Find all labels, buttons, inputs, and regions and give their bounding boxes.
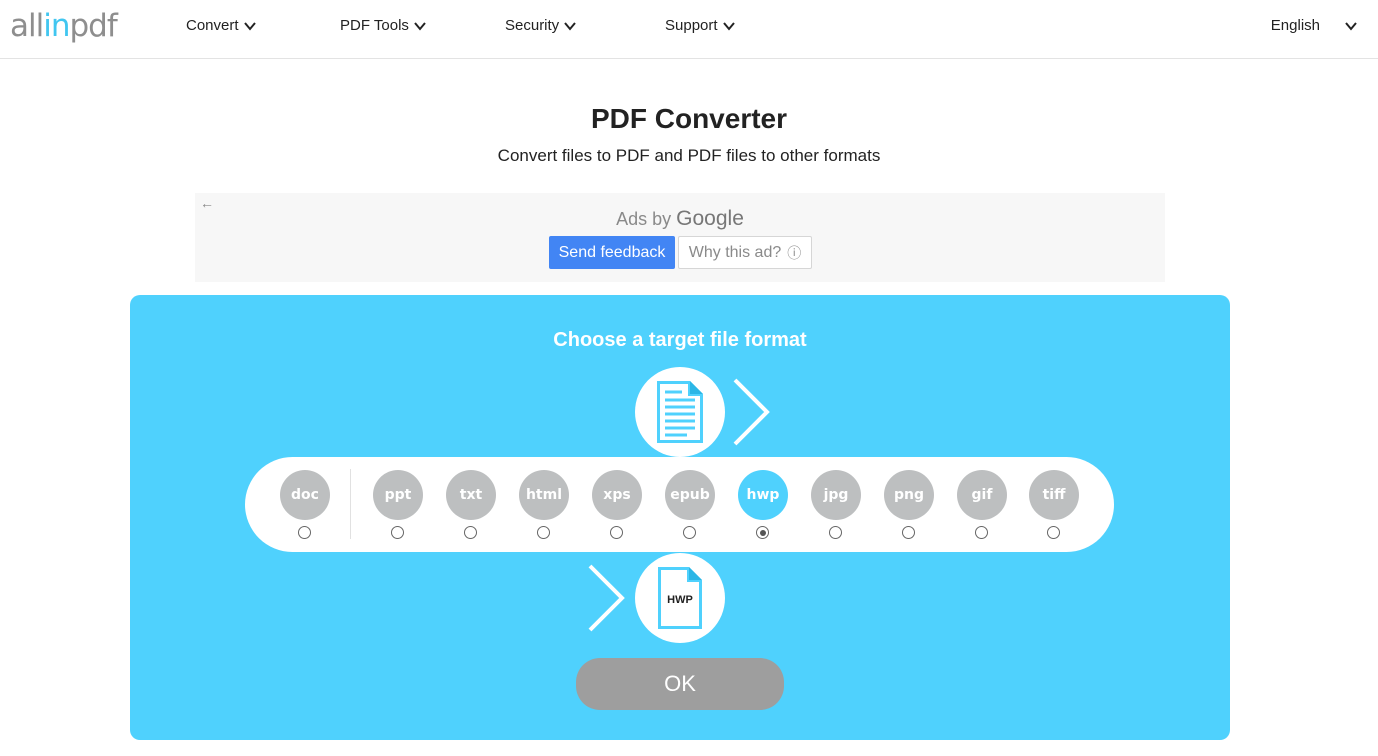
format-option-doc[interactable]: doc	[280, 470, 330, 540]
nav-convert-label: Convert	[186, 17, 239, 34]
format-badge[interactable]: doc	[280, 470, 330, 520]
format-option-hwp[interactable]: hwp	[738, 470, 788, 540]
format-badge[interactable]: ppt	[373, 470, 423, 520]
format-radio-doc[interactable]	[298, 526, 311, 539]
format-radio-hwp[interactable]	[756, 526, 769, 539]
ad-container: ← Ads by Google Send feedback Why this a…	[195, 193, 1165, 282]
source-document-icon	[635, 367, 725, 457]
format-option-ppt[interactable]: ppt	[373, 470, 423, 540]
nav-convert[interactable]: Convert	[186, 17, 257, 34]
nav-support-label: Support	[665, 17, 718, 34]
chevron-down-icon	[243, 21, 256, 31]
format-badge[interactable]: jpg	[811, 470, 861, 520]
nav-security-label: Security	[505, 17, 560, 34]
page-subtitle: Convert files to PDF and PDF files to ot…	[497, 146, 881, 165]
format-selector: doc ppt txt html xps epub hwp jpg png gi…	[245, 457, 1114, 552]
format-radio-epub[interactable]	[683, 526, 696, 539]
why-this-ad-label: Why this ad?	[688, 243, 782, 261]
format-radio-xps[interactable]	[610, 526, 623, 539]
format-option-epub[interactable]: epub	[665, 470, 715, 540]
logo-text-in: in	[43, 8, 70, 44]
format-badge[interactable]: txt	[446, 470, 496, 520]
page-title: PDF Converter	[590, 103, 788, 134]
format-radio-ppt[interactable]	[391, 526, 404, 539]
format-badge-selected[interactable]: hwp	[738, 470, 788, 520]
target-file-icon: HWP	[635, 553, 725, 643]
chevron-down-icon	[564, 21, 576, 31]
format-radio-png[interactable]	[902, 526, 915, 539]
format-badge[interactable]: tiff	[1029, 470, 1079, 520]
chevron-right-icon	[733, 378, 770, 446]
site-header: allinpdf Convert PDF Tools Security Supp…	[0, 0, 1378, 59]
nav-support[interactable]: Support	[665, 17, 736, 34]
google-text: Google	[676, 207, 744, 230]
converter-title: Choose a target file format	[553, 329, 807, 351]
allinpdf-logo[interactable]: allinpdf	[10, 8, 118, 44]
format-badge[interactable]: epub	[665, 470, 715, 520]
file-hwp-icon: HWP	[655, 564, 705, 632]
format-badge[interactable]: xps	[592, 470, 642, 520]
format-option-jpg[interactable]: jpg	[811, 470, 861, 540]
format-radio-gif[interactable]	[975, 526, 988, 539]
format-option-tiff[interactable]: tiff	[1029, 470, 1079, 540]
info-icon: ⓘ	[787, 244, 802, 261]
converter-panel: Choose a target file format doc ppt txt …	[130, 295, 1230, 740]
target-format-label: HWP	[667, 594, 693, 606]
format-radio-jpg[interactable]	[829, 526, 842, 539]
document-icon	[657, 381, 703, 443]
format-radio-txt[interactable]	[464, 526, 477, 539]
format-option-txt[interactable]: txt	[446, 470, 496, 540]
ads-by-google-label: Ads by Google	[195, 207, 1165, 231]
language-label: English	[1270, 17, 1320, 34]
format-option-png[interactable]: png	[884, 470, 934, 540]
logo-text-all: all	[10, 8, 44, 44]
format-radio-tiff[interactable]	[1047, 526, 1060, 539]
format-divider	[350, 469, 351, 539]
ok-button[interactable]: OK	[576, 658, 784, 710]
logo-text-pdf: pdf	[69, 8, 118, 44]
nav-security[interactable]: Security	[505, 17, 577, 34]
ads-by-text: Ads by	[616, 209, 672, 229]
format-badge[interactable]: html	[519, 470, 569, 520]
format-option-gif[interactable]: gif	[957, 470, 1007, 540]
nav-pdf-tools-label: PDF Tools	[340, 17, 409, 34]
chevron-down-icon	[1345, 21, 1357, 31]
format-badge[interactable]: gif	[957, 470, 1007, 520]
chevron-down-icon	[414, 21, 426, 31]
send-feedback-button[interactable]: Send feedback	[549, 236, 675, 269]
why-this-ad-button[interactable]: Why this ad? ⓘ	[678, 236, 812, 269]
format-option-xps[interactable]: xps	[592, 470, 642, 540]
format-badge[interactable]: png	[884, 470, 934, 520]
chevron-down-icon	[722, 21, 735, 31]
language-selector[interactable]: English	[1271, 17, 1358, 34]
chevron-right-icon	[588, 564, 625, 632]
format-radio-html[interactable]	[537, 526, 550, 539]
nav-pdf-tools[interactable]: PDF Tools	[340, 17, 427, 34]
format-option-html[interactable]: html	[519, 470, 569, 540]
